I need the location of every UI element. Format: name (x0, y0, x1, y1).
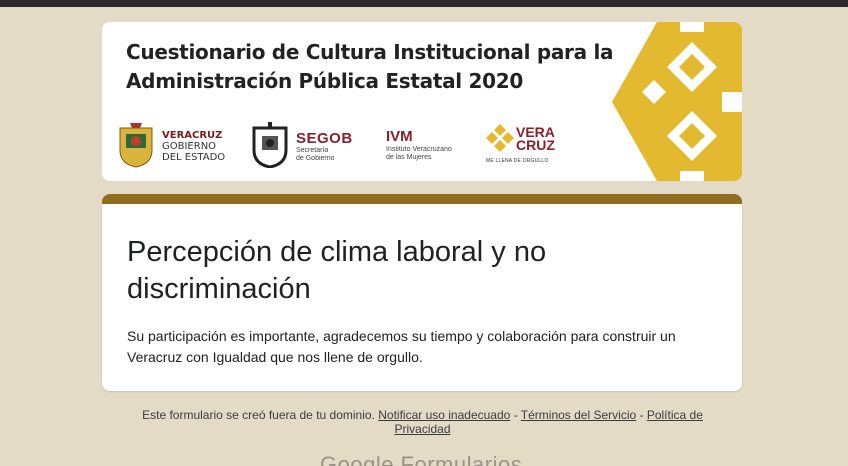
footer-separator: - (510, 408, 521, 422)
segob-emblem-icon (252, 122, 288, 169)
form-header-card: Percepción de clima laboral y no discrim… (102, 194, 742, 391)
top-bar (0, 0, 848, 7)
veracruz-logo-line-2: GOBIERNO (162, 141, 217, 152)
form-description: Su participación es importante, agradece… (127, 328, 676, 365)
segob-logo-name: SEGOB (296, 130, 353, 147)
card-accent-bar (102, 194, 742, 204)
decorative-pattern (612, 22, 742, 181)
veracruz-government-logo: VERACRUZ GOBIERNO DEL ESTADO (116, 122, 225, 172)
coat-of-arms-icon (119, 123, 153, 168)
segob-logo: SEGOB Secretaría de Gobierno (248, 122, 352, 172)
veracruz-brand-line-2: CRUZ (516, 137, 555, 153)
footer-domain-notice: Este formulario se creó fuera de tu domi… (142, 408, 375, 422)
footer-separator: - (636, 408, 647, 422)
banner-title-line-2: Administración Pública Estatal 2020 (126, 69, 523, 93)
ivm-logo-subtitle-2: de las Mujeres (386, 154, 432, 161)
segob-logo-subtitle-2: de Gobierno (296, 155, 335, 162)
ivm-logo-subtitle-1: Instituto Veracruzano (386, 146, 452, 153)
knot-pattern-icon (486, 124, 514, 152)
veracruz-logo-line-3: DEL ESTADO (162, 152, 226, 163)
banner-title: Cuestionario de Cultura Institucional pa… (126, 38, 626, 96)
logos-row: VERACRUZ GOBIERNO DEL ESTADO SEGOB Secre… (116, 122, 576, 172)
ivm-logo-name: IVM (386, 128, 413, 145)
report-abuse-link[interactable]: Notificar uso inadecuado (378, 408, 510, 422)
footer: Este formulario se creó fuera de tu domi… (130, 408, 715, 436)
terms-of-service-link[interactable]: Términos del Servicio (521, 408, 636, 422)
veracruz-brand-logo: VERA CRUZ ME LLENA DE ORGULLO (486, 122, 555, 172)
header-banner-image: Cuestionario de Cultura Institucional pa… (102, 22, 742, 181)
veracruz-brand-tagline: ME LLENA DE ORGULLO (486, 158, 549, 164)
banner-title-line-1: Cuestionario de Cultura Institucional pa… (126, 40, 614, 64)
veracruz-logo-line-1: VERACRUZ (162, 130, 223, 141)
form-title: Percepción de clima laboral y no discrim… (127, 236, 547, 305)
segob-logo-subtitle-1: Secretaría (296, 147, 329, 154)
google-forms-brand[interactable]: Google Formularios (320, 452, 540, 466)
